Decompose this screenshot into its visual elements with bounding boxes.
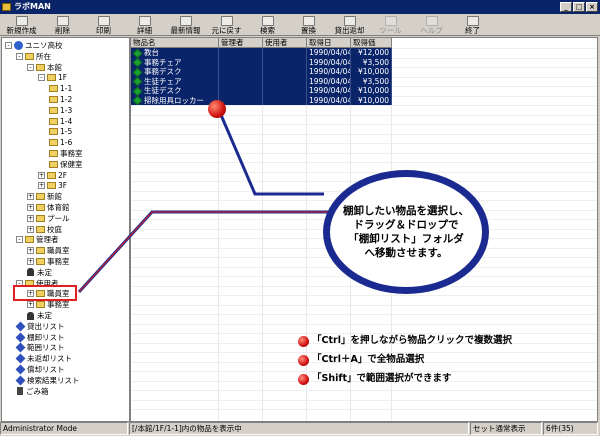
target-folder-highlight [13, 285, 77, 301]
status-mode: Administrator Mode [0, 422, 128, 435]
tip-item: 「Ctrl＋A」で全物品選択 [298, 354, 424, 366]
callout-line: ドラッグ＆ドロップで [353, 219, 459, 231]
drag-start-marker [208, 100, 226, 118]
tip-text: 「Shift」で範囲選択ができます [312, 373, 452, 384]
instruction-callout: 棚卸したい物品を選択し、 ドラッグ＆ドロップで 「棚卸リスト」フォルダ へ移動さ… [323, 170, 489, 294]
status-bar: Administrator Mode [/本館/1F/1-1]内の物品を表示中 … [0, 422, 600, 436]
status-path: [/本館/1F/1-1]内の物品を表示中 [129, 422, 469, 435]
drag-arrow-overlay [77, 107, 343, 294]
tip-item: 「Shift」で範囲選択ができます [298, 373, 452, 385]
drop-path-highlight [78, 211, 343, 293]
status-count: 6件(35) [543, 422, 598, 435]
bullet-icon [298, 335, 309, 347]
tip-item: 「Ctrl」を押しながら物品クリックで複数選択 [298, 335, 512, 347]
tip-text: 「Ctrl＋A」で全物品選択 [312, 354, 425, 365]
bullet-icon [298, 373, 309, 385]
drop-path [77, 210, 343, 294]
callout-line: へ移動させます。 [364, 247, 448, 259]
callout-line: 棚卸したい物品を選択し、 [343, 205, 469, 217]
callout-line: 「棚卸リスト」フォルダ [348, 233, 464, 245]
normal-view-button[interactable]: セット通常表示 [470, 422, 542, 435]
drag-path [216, 107, 324, 196]
tip-text: 「Ctrl」を押しながら物品クリックで複数選択 [312, 335, 512, 346]
bullet-icon [298, 354, 309, 366]
